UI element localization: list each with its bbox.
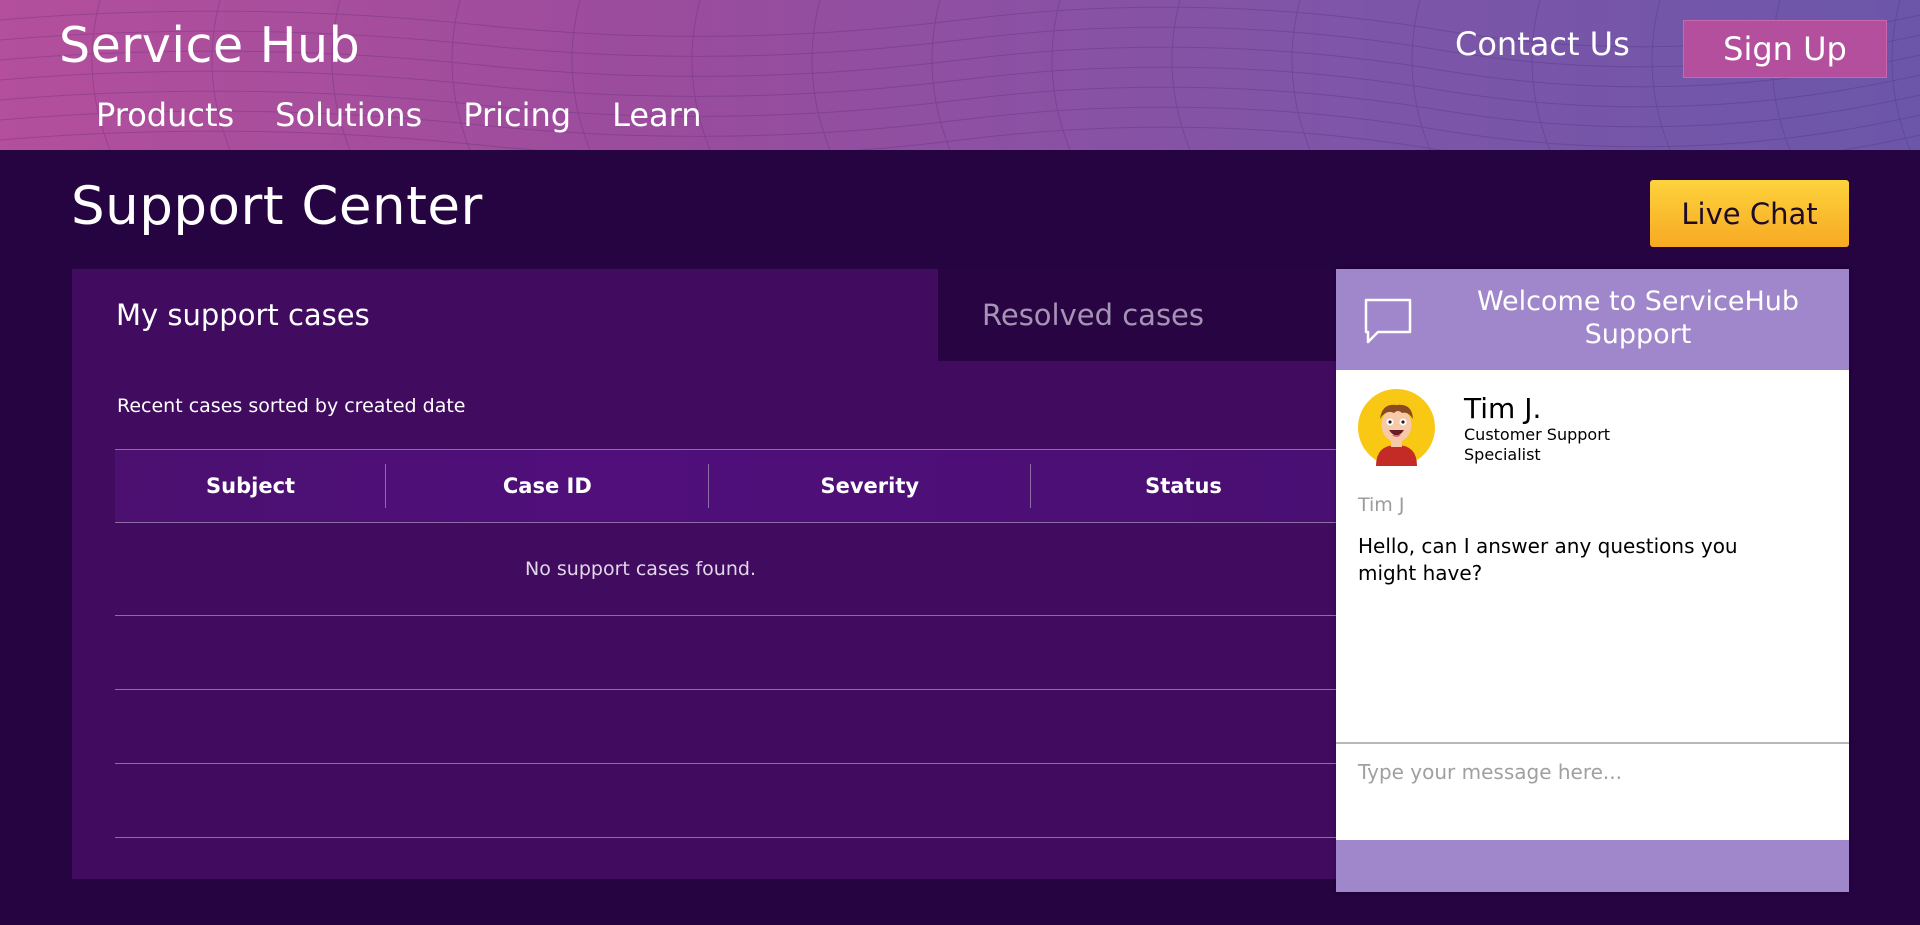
agent-role: Customer Support Specialist [1464, 425, 1611, 464]
message-text: Hello, can I answer any questions you mi… [1358, 534, 1738, 585]
column-header-severity[interactable]: Severity [709, 450, 1032, 522]
column-header-case-id[interactable]: Case ID [386, 450, 710, 522]
nav-item-pricing[interactable]: Pricing [463, 96, 571, 134]
live-chat-button[interactable]: Live Chat [1650, 180, 1849, 247]
table-row-empty: No support cases found. [115, 523, 1336, 616]
chat-welcome-title: Welcome to ServiceHub Support [1476, 286, 1800, 350]
tab-resolved-cases[interactable]: Resolved cases [938, 269, 1336, 361]
cases-subtitle: Recent cases sorted by created date [117, 395, 466, 417]
brand-logo[interactable]: Service Hub [59, 17, 360, 74]
table-row [115, 616, 1336, 690]
table-header: Subject Case ID Severity Status [115, 449, 1336, 523]
agent-name: Tim J. [1464, 392, 1542, 425]
contact-us-link[interactable]: Contact Us [1455, 25, 1630, 63]
sign-up-button[interactable]: Sign Up [1683, 20, 1887, 78]
chat-header: Welcome to ServiceHub Support [1336, 269, 1849, 370]
tab-my-support-cases[interactable]: My support cases [72, 269, 938, 361]
main-nav: Products Solutions Pricing Learn [96, 96, 743, 134]
chat-widget: Welcome to ServiceHub Support Tim J. Cus… [1336, 269, 1849, 892]
column-header-subject[interactable]: Subject [115, 450, 387, 522]
support-cases-panel: My support cases Resolved cases Recent c… [72, 269, 1336, 879]
agent-avatar [1358, 389, 1435, 466]
speech-bubble-icon [1364, 298, 1412, 344]
empty-state-message: No support cases found. [525, 558, 756, 580]
cases-table: Subject Case ID Severity Status No suppo… [115, 449, 1336, 838]
column-header-status[interactable]: Status [1031, 450, 1336, 522]
nav-item-solutions[interactable]: Solutions [275, 96, 422, 134]
chat-message-input[interactable] [1336, 742, 1849, 840]
table-row [115, 764, 1336, 838]
nav-item-learn[interactable]: Learn [612, 96, 701, 134]
chat-footer [1336, 840, 1849, 892]
message-sender: Tim J [1358, 494, 1405, 516]
table-row [115, 690, 1336, 764]
site-header: Service Hub Products Solutions Pricing L… [0, 0, 1920, 150]
page-title: Support Center [71, 176, 483, 237]
nav-item-products[interactable]: Products [96, 96, 234, 134]
